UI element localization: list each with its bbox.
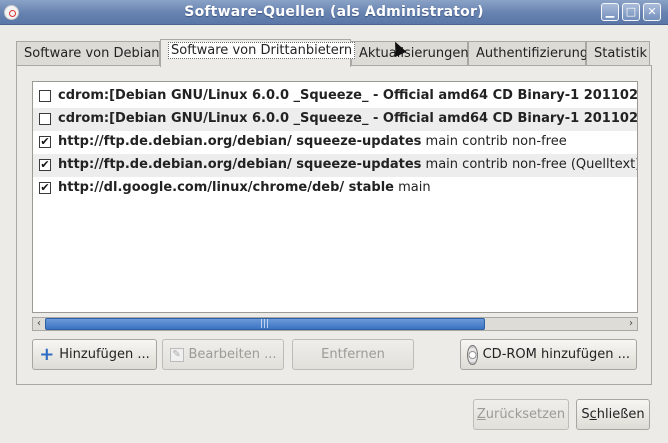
sources-list[interactable]: cdrom:[Debian GNU/Linux 6.0.0 _Squeeze_ … <box>32 81 638 313</box>
window-title: Software-Quellen (als Administrator) <box>184 4 484 20</box>
title-bar[interactable]: Software-Quellen (als Administrator) ▁ □… <box>0 0 668 25</box>
horizontal-scrollbar[interactable]: ‹ ||| › <box>32 317 638 331</box>
add-button[interactable]: + Hinzufügen ... <box>32 339 157 370</box>
list-item[interactable]: ✔ http://dl.google.com/linux/chrome/deb/… <box>33 177 637 200</box>
scrollbar-thumb[interactable]: ||| <box>45 318 485 330</box>
edit-icon: ✎ <box>169 347 184 362</box>
software-sources-window: Software-Quellen (als Administrator) ▁ □… <box>0 0 668 443</box>
source-uri: http://ftp.de.debian.org/debian/ squeeze… <box>58 134 422 149</box>
list-item[interactable]: cdrom:[Debian GNU/Linux 6.0.0 _Squeeze_ … <box>33 85 638 108</box>
tab-bar: Software von Debian Software von Drittan… <box>16 39 650 67</box>
source-checkbox[interactable] <box>39 90 51 102</box>
close-button[interactable]: Schließen <box>576 399 650 430</box>
list-item[interactable]: cdrom:[Debian GNU/Linux 6.0.0 _Squeeze_ … <box>33 108 638 131</box>
maximize-button[interactable]: □ <box>622 3 640 21</box>
reset-button[interactable]: Zurücksetzen <box>473 399 569 430</box>
source-checkbox[interactable]: ✔ <box>39 159 51 171</box>
source-uri: http://dl.google.com/linux/chrome/deb/ s… <box>58 180 394 195</box>
source-components: main <box>393 180 431 195</box>
cdrom-icon <box>467 344 478 365</box>
plus-icon: + <box>39 343 55 365</box>
source-uri: cdrom:[Debian GNU/Linux 6.0.0 _Squeeze_ … <box>58 111 638 126</box>
minimize-button[interactable]: ▁ <box>601 3 619 21</box>
tab-panel: cdrom:[Debian GNU/Linux 6.0.0 _Squeeze_ … <box>16 65 652 385</box>
source-checkbox[interactable]: ✔ <box>39 136 51 148</box>
source-checkbox[interactable]: ✔ <box>39 182 51 194</box>
close-window-button[interactable]: ✕ <box>643 3 661 21</box>
edit-button[interactable]: ✎ Bearbeiten ... <box>162 339 284 370</box>
scroll-right-icon[interactable]: › <box>625 318 637 330</box>
list-item[interactable]: ✔ http://ftp.de.debian.org/debian/ squee… <box>33 154 638 177</box>
tab-software-von-debian[interactable]: Software von Debian <box>16 41 160 66</box>
tab-statistik[interactable]: Statistik <box>586 41 650 66</box>
tab-software-von-drittanbietern[interactable]: Software von Drittanbietern <box>160 39 356 67</box>
source-uri: http://ftp.de.debian.org/debian/ squeeze… <box>58 157 422 172</box>
source-components: main contrib non-free <box>421 134 567 149</box>
scroll-left-icon[interactable]: ‹ <box>33 318 45 330</box>
remove-button[interactable]: Entfernen <box>292 339 414 370</box>
list-item[interactable]: ✔ http://ftp.de.debian.org/debian/ squee… <box>33 131 637 154</box>
add-cdrom-button[interactable]: CD-ROM hinzufügen ... <box>460 339 637 370</box>
grip-icon: ||| <box>260 319 270 329</box>
source-checkbox[interactable] <box>39 113 51 125</box>
tab-aktualisierungen[interactable]: Aktualisierungen <box>351 41 469 66</box>
source-components: main contrib non-free (Quelltext) <box>421 157 638 172</box>
tab-authentifizierung[interactable]: Authentifizierung <box>468 41 588 66</box>
source-uri: cdrom:[Debian GNU/Linux 6.0.0 _Squeeze_ … <box>58 88 638 103</box>
